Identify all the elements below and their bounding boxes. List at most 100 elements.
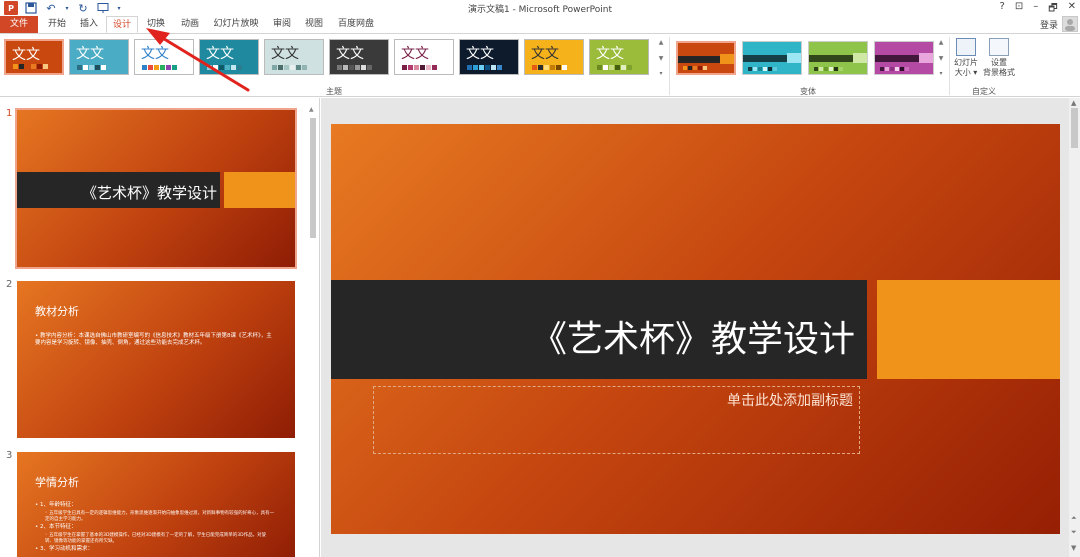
subtitle-placeholder-text: 单击此处添加副标题 <box>727 393 853 409</box>
theme-thumbnail-2[interactable]: 文文 <box>69 39 129 75</box>
slide-thumbnail-2[interactable]: 教材分析 • 教学内容分析：本课选自佛山市教研室编写的《信息技术》教材五年级下册… <box>17 281 295 438</box>
window-title: 演示文稿1 - Microsoft PowerPoint <box>467 5 613 15</box>
slide-size-icon <box>956 38 976 56</box>
avatar[interactable] <box>1062 16 1078 32</box>
slide-thumbnails-pane: 1 《艺术杯》教学设计 2 教材分析 • 教学内容分析：本课选自佛山市教研室编写… <box>0 98 320 557</box>
format-background-button[interactable]: 设置 背景格式 <box>980 38 1018 78</box>
theme-thumbnail-10[interactable]: 文文 <box>589 39 649 75</box>
scroll-thumb[interactable] <box>1071 108 1078 148</box>
theme-sample-text: 文文 <box>336 46 364 62</box>
ribbon-design: 文文 文文 文文 文文 文文 文文 文文 文文 文文 文文 ▲ ▼ ▾ 主题 ▲ ▼ ▾ 变体 幻… <box>0 33 1080 97</box>
gallery-more-icon[interactable]: ▾ <box>659 70 662 77</box>
tab-design[interactable]: 设计 <box>106 16 138 33</box>
group-divider <box>669 37 670 95</box>
tab-baidu-netdisk[interactable]: 百度网盘 <box>334 16 378 33</box>
slide-thumbnail-1[interactable]: 《艺术杯》教学设计 <box>15 108 297 269</box>
slide-title[interactable]: 《艺术杯》教学设计 <box>331 318 855 362</box>
theme-color-swatches <box>402 65 437 70</box>
theme-sample-text: 文文 <box>401 46 429 62</box>
variants-gallery-scroll[interactable]: ▲ ▼ ▾ <box>936 39 946 77</box>
scroll-thumb[interactable] <box>310 118 316 238</box>
tab-insert[interactable]: 插入 <box>76 16 102 33</box>
variant-color-swatches <box>814 67 843 71</box>
theme-color-swatches <box>597 65 632 70</box>
tab-home[interactable]: 开始 <box>44 16 70 33</box>
themes-gallery-scroll[interactable]: ▲ ▼ ▾ <box>656 39 666 77</box>
theme-thumbnail-6[interactable]: 文文 <box>329 39 389 75</box>
thumbnail-heading: 教材分析 <box>35 305 79 318</box>
ribbon-tabs: 文件 开始 插入 设计 切换 动画 幻灯片放映 审阅 视图 百度网盘 登录 <box>0 16 1080 33</box>
theme-color-swatches <box>467 65 502 70</box>
thumbnail-title: 《艺术杯》教学设计 <box>81 184 217 202</box>
theme-color-swatches <box>272 65 307 70</box>
theme-color-swatches <box>142 65 177 70</box>
previous-slide-icon[interactable]: ⏶ <box>1071 514 1077 523</box>
canvas-scrollbar[interactable]: ▲ ⏶ ⏷ ▼ <box>1069 98 1080 557</box>
theme-thumbnail-4[interactable]: 文文 <box>199 39 259 75</box>
variant-thumbnail-1[interactable] <box>676 41 736 75</box>
gallery-down-icon[interactable]: ▼ <box>659 55 664 62</box>
thumbnail-heading: 学情分析 <box>35 476 79 489</box>
scroll-down-icon[interactable]: ▼ <box>1071 544 1076 552</box>
tab-file[interactable]: 文件 <box>0 16 38 33</box>
gallery-more-icon[interactable]: ▾ <box>939 70 942 77</box>
theme-thumbnail-3[interactable]: 文文 <box>134 39 194 75</box>
current-slide[interactable]: 《艺术杯》教学设计 单击此处添加副标题 <box>331 124 1060 534</box>
theme-color-swatches <box>337 65 372 70</box>
theme-color-swatches <box>532 65 567 70</box>
gallery-up-icon[interactable]: ▲ <box>659 39 664 46</box>
themes-group-label: 主题 <box>326 87 342 96</box>
theme-color-swatches <box>13 64 48 69</box>
scroll-up-icon[interactable]: ▲ <box>1071 99 1076 107</box>
slide-editing-canvas: 《艺术杯》教学设计 单击此处添加副标题 ▲ ⏶ ⏷ ▼ <box>321 98 1080 557</box>
variant-accent <box>787 53 801 63</box>
theme-thumbnail-7[interactable]: 文文 <box>394 39 454 75</box>
subtitle-placeholder[interactable]: 单击此处添加副标题 <box>373 386 860 454</box>
tab-review[interactable]: 审阅 <box>268 16 296 33</box>
variant-color-swatches <box>880 67 909 71</box>
tab-transitions[interactable]: 切换 <box>142 16 170 33</box>
tab-slideshow[interactable]: 幻灯片放映 <box>210 16 262 33</box>
theme-sample-text: 文文 <box>271 46 299 62</box>
tab-view[interactable]: 视图 <box>300 16 328 33</box>
theme-sample-text: 文文 <box>12 47 40 63</box>
theme-color-swatches <box>77 65 112 70</box>
theme-sample-text: 文文 <box>76 46 104 62</box>
slide-size-button[interactable]: 幻灯片 大小 ▾ <box>948 38 984 78</box>
accent-box <box>877 280 1060 379</box>
theme-sample-text: 文文 <box>596 46 624 62</box>
variant-thumbnail-4[interactable] <box>874 41 934 75</box>
format-background-icon <box>989 38 1009 56</box>
theme-sample-text: 文文 <box>531 46 559 62</box>
thumbnails-scrollbar[interactable]: ▲ <box>308 106 318 557</box>
theme-thumbnail-1[interactable]: 文文 <box>4 39 64 75</box>
next-slide-icon[interactable]: ⏷ <box>1071 528 1077 537</box>
thumbnail-body: • 1、年龄特征： ◦ 五年级学生已具有一定的逻辑思维能力，形象思维逐渐开始向抽… <box>35 502 275 552</box>
thumbnail-body: • 教学内容分析：本课选自佛山市教研室编写的《信息技术》教材五年级下册第8课《艺… <box>35 333 272 346</box>
slide-thumbnail-3[interactable]: 学情分析 • 1、年龄特征： ◦ 五年级学生已具有一定的逻辑思维能力，形象思维逐… <box>17 452 295 557</box>
variant-thumbnail-3[interactable] <box>808 41 868 75</box>
variant-color-swatches <box>683 66 712 70</box>
theme-thumbnail-8[interactable]: 文文 <box>459 39 519 75</box>
variant-color-swatches <box>748 67 777 71</box>
slide-number: 2 <box>6 279 13 290</box>
slide-number: 1 <box>6 108 13 119</box>
scroll-up-icon[interactable]: ▲ <box>309 106 314 113</box>
custom-group-label: 自定义 <box>972 87 996 96</box>
login-link[interactable]: 登录 <box>1040 18 1058 31</box>
gallery-up-icon[interactable]: ▲ <box>939 39 944 46</box>
tab-animations[interactable]: 动画 <box>176 16 204 33</box>
accent-box <box>224 172 295 208</box>
theme-thumbnail-5[interactable]: 文文 <box>264 39 324 75</box>
theme-thumbnail-9[interactable]: 文文 <box>524 39 584 75</box>
variant-thumbnail-2[interactable] <box>742 41 802 75</box>
theme-color-swatches <box>207 65 242 70</box>
theme-sample-text: 文文 <box>206 46 234 62</box>
variant-accent <box>919 53 933 63</box>
variant-accent <box>853 53 867 63</box>
variants-group-label: 变体 <box>800 87 816 96</box>
title-bar: P ↶ ▾ ↻ ▾ 演示文稿1 - Microsoft PowerPoint ?… <box>0 0 1080 16</box>
slide-number: 3 <box>6 450 13 461</box>
gallery-down-icon[interactable]: ▼ <box>939 55 944 62</box>
theme-sample-text: 文文 <box>466 46 494 62</box>
